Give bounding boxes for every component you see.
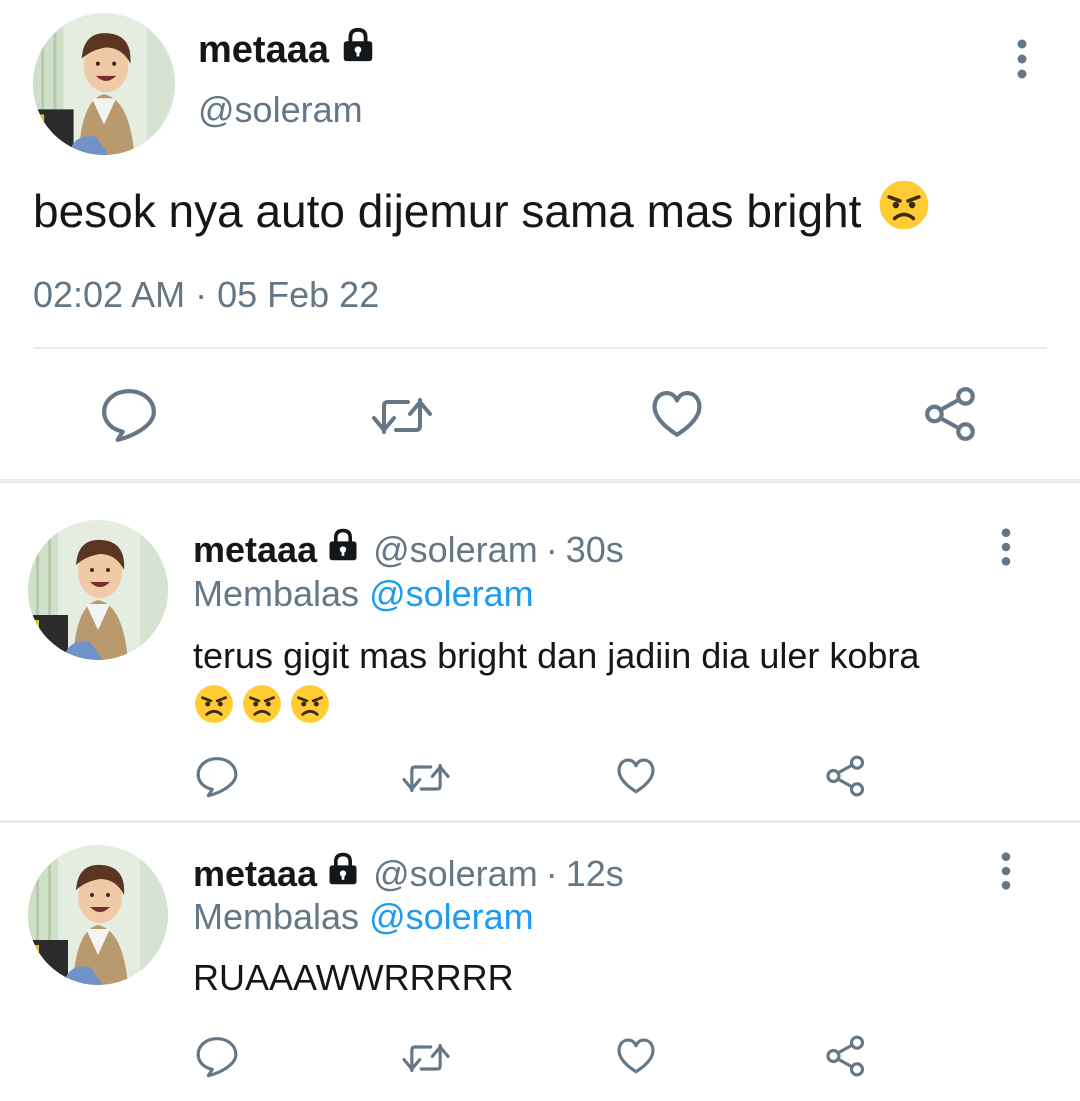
display-name-text: metaaa (198, 28, 329, 71)
tweet-text-content: besok nya auto dijemur sama mas bright (33, 184, 862, 237)
reply-icon (100, 385, 158, 443)
reply-header: metaaa @soleram · 30s (193, 527, 624, 572)
reply-icon (195, 754, 239, 798)
like-icon (614, 1034, 658, 1078)
retweet-icon (400, 756, 452, 800)
share-button[interactable] (824, 754, 868, 798)
reply-icon (195, 1034, 239, 1078)
retweet-button[interactable] (400, 1036, 452, 1080)
tweet-text: terus gigit mas bright dan jadiin dia ul… (193, 633, 1023, 736)
reply-header: metaaa @soleram · 12s (193, 851, 624, 896)
like-button[interactable] (648, 385, 706, 443)
reply-tweet[interactable]: metaaa @soleram · 12s Membalas @soleram … (0, 823, 1080, 1101)
retweet-icon (370, 388, 434, 444)
share-icon (824, 754, 868, 798)
timestamp[interactable]: 30s (566, 529, 624, 571)
avatar[interactable] (28, 520, 168, 660)
avatar-image (28, 520, 168, 660)
replying-to-label: Membalas (193, 896, 360, 937)
retweet-icon (400, 1036, 452, 1080)
divider (33, 347, 1047, 349)
mention-link[interactable]: @soleram (369, 896, 534, 937)
share-icon (922, 385, 980, 443)
replying-to-label: Membalas (193, 573, 360, 614)
replying-to: Membalas @soleram (193, 573, 534, 615)
display-name[interactable]: metaaa (193, 529, 317, 571)
lock-icon (325, 527, 361, 572)
separator: · (545, 528, 558, 570)
share-button[interactable] (922, 385, 980, 443)
reply-button[interactable] (100, 385, 158, 443)
separator: · (545, 852, 558, 894)
display-name[interactable]: metaaa (198, 26, 377, 74)
emoji-row (193, 683, 1023, 736)
reply-button[interactable] (195, 754, 239, 798)
handle[interactable]: @soleram (198, 89, 363, 131)
angry-face-emoji-icon (241, 683, 283, 736)
tweet-timestamp[interactable]: 02:02 AM · 05 Feb 22 (33, 274, 379, 316)
timestamp[interactable]: 12s (566, 853, 624, 895)
handle[interactable]: @soleram (373, 853, 538, 895)
share-button[interactable] (824, 1034, 868, 1078)
lock-icon (339, 26, 377, 74)
tweet-text-content: RUAAAWWRRRRR (193, 957, 514, 998)
like-icon (648, 385, 706, 443)
reply-tweet[interactable]: metaaa @soleram · 30s Membalas @soleram … (0, 483, 1080, 820)
like-icon (614, 754, 658, 798)
share-icon (824, 1034, 868, 1078)
avatar-image (28, 845, 168, 985)
more-vertical-icon[interactable] (992, 851, 1020, 891)
handle[interactable]: @soleram (373, 529, 538, 571)
replying-to: Membalas @soleram (193, 896, 534, 938)
like-button[interactable] (614, 1034, 658, 1078)
more-vertical-icon[interactable] (1008, 38, 1036, 80)
lock-icon (325, 851, 361, 896)
mention-link[interactable]: @soleram (369, 573, 534, 614)
more-vertical-icon[interactable] (992, 527, 1020, 567)
avatar[interactable] (33, 13, 175, 155)
angry-face-emoji-icon (193, 683, 235, 736)
tweet-text: besok nya auto dijemur sama mas bright (33, 178, 931, 243)
display-name[interactable]: metaaa (193, 853, 317, 895)
avatar[interactable] (28, 845, 168, 985)
retweet-button[interactable] (400, 756, 452, 800)
retweet-button[interactable] (370, 388, 434, 444)
avatar-image (33, 13, 175, 155)
angry-face-emoji-icon (289, 683, 331, 736)
angry-face-emoji-icon (877, 178, 931, 243)
like-button[interactable] (614, 754, 658, 798)
tweet-text: RUAAAWWRRRRR (193, 955, 1023, 1001)
main-tweet: metaaa @soleram besok nya auto dijemur s… (0, 0, 1080, 482)
reply-button[interactable] (195, 1034, 239, 1078)
tweet-text-content: terus gigit mas bright dan jadiin dia ul… (193, 635, 920, 676)
